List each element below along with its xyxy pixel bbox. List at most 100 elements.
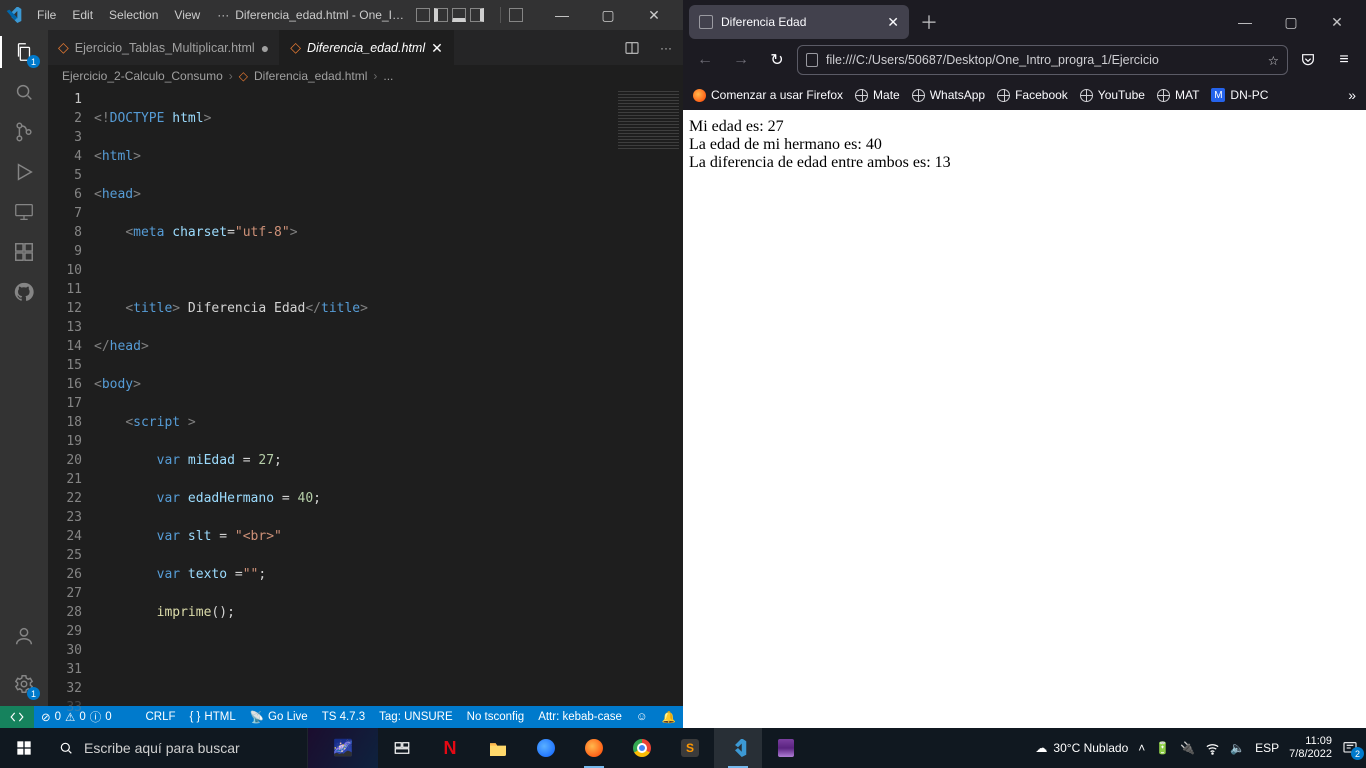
status-tag[interactable]: Tag: UNSURE bbox=[372, 706, 460, 728]
power-icon[interactable]: 🔌 bbox=[1180, 741, 1195, 755]
tab-close-icon[interactable]: ✕ bbox=[431, 41, 443, 55]
status-bell-icon[interactable]: 🔔 bbox=[655, 706, 683, 728]
browser-tab-active[interactable]: Diferencia Edad ✕ bbox=[689, 5, 909, 39]
search-icon[interactable] bbox=[10, 78, 38, 106]
window-controls: — ▢ ✕ bbox=[1222, 5, 1360, 39]
netflix-app-icon[interactable]: N bbox=[426, 728, 474, 768]
run-debug-icon[interactable] bbox=[10, 158, 38, 186]
status-language[interactable]: { }HTML bbox=[183, 706, 243, 728]
globe-icon bbox=[912, 89, 925, 102]
back-button[interactable]: ← bbox=[689, 44, 721, 76]
app-menu-icon[interactable]: ≡ bbox=[1328, 44, 1360, 76]
bookmark-item[interactable]: YouTube bbox=[1080, 88, 1145, 102]
minimize-button[interactable]: — bbox=[539, 0, 585, 30]
status-ts[interactable]: TS 4.7.3 bbox=[315, 706, 372, 728]
minimap[interactable] bbox=[613, 87, 683, 706]
accounts-icon[interactable] bbox=[10, 622, 38, 650]
firefox-window: Diferencia Edad ✕ ＋ — ▢ ✕ ← → ↻ file:///… bbox=[683, 0, 1366, 728]
reload-button[interactable]: ↻ bbox=[761, 44, 793, 76]
status-tsconfig[interactable]: No tsconfig bbox=[460, 706, 532, 728]
minimize-button[interactable]: — bbox=[1222, 5, 1268, 39]
globe-icon bbox=[855, 89, 868, 102]
breadcrumb[interactable]: Ejercicio_2-Calculo_Consumo› ◇Diferencia… bbox=[48, 65, 683, 87]
page-line: La diferencia de edad entre ambos es: 13 bbox=[689, 154, 1360, 172]
chrome-app-icon[interactable] bbox=[618, 728, 666, 768]
notifications-icon[interactable]: 2 bbox=[1342, 740, 1358, 756]
menu-overflow-icon[interactable]: ··· bbox=[211, 4, 235, 26]
new-tab-button[interactable]: ＋ bbox=[915, 8, 943, 36]
extensions-icon[interactable] bbox=[10, 238, 38, 266]
tray-chevron-up-icon[interactable]: ˄ bbox=[1138, 741, 1145, 755]
more-actions-icon[interactable]: ··· bbox=[649, 30, 683, 65]
menu-edit[interactable]: Edit bbox=[65, 4, 100, 26]
status-feedback-icon[interactable]: ☺ bbox=[629, 706, 655, 728]
page-line: Mi edad es: 27 bbox=[689, 118, 1360, 136]
winrar-app-icon[interactable] bbox=[762, 728, 810, 768]
close-button[interactable]: ✕ bbox=[631, 0, 677, 30]
github-icon[interactable] bbox=[10, 278, 38, 306]
vscode-window-title: Diferencia_edad.html - One_Intro... bbox=[235, 8, 408, 22]
maximize-button[interactable]: ▢ bbox=[585, 0, 631, 30]
customize-layout-icon[interactable] bbox=[509, 8, 523, 22]
settings-gear-icon[interactable]: 1 bbox=[10, 670, 38, 698]
taskbar-search[interactable]: Escribe aquí para buscar bbox=[48, 728, 308, 768]
activity-bar: 1 1 bbox=[0, 30, 48, 706]
globe-icon bbox=[997, 89, 1010, 102]
remote-indicator-icon[interactable] bbox=[0, 706, 34, 728]
status-attr[interactable]: Attr: kebab-case bbox=[531, 706, 629, 728]
firefox-dev-icon[interactable] bbox=[522, 728, 570, 768]
bookmark-item[interactable]: Mate bbox=[855, 88, 900, 102]
globe-icon bbox=[1157, 89, 1170, 102]
bookmark-item[interactable]: WhatsApp bbox=[912, 88, 985, 102]
bookmark-item[interactable]: Facebook bbox=[997, 88, 1068, 102]
remote-explorer-icon[interactable] bbox=[10, 198, 38, 226]
source-control-icon[interactable] bbox=[10, 118, 38, 146]
vscode-titlebar[interactable]: File Edit Selection View ··· Diferencia_… bbox=[0, 0, 683, 30]
bookmark-item[interactable]: MDN-PC bbox=[1211, 88, 1268, 102]
status-eol[interactable]: CRLF bbox=[138, 706, 182, 728]
menu-view[interactable]: View bbox=[167, 4, 207, 26]
weather-widget[interactable]: ☁30°C Nublado bbox=[1035, 741, 1128, 755]
panel-toggle-icon[interactable] bbox=[470, 8, 484, 22]
bookmark-star-icon[interactable]: ☆ bbox=[1268, 53, 1279, 68]
vscode-app-icon[interactable] bbox=[714, 728, 762, 768]
bookmark-item[interactable]: Comenzar a usar Firefox bbox=[693, 88, 843, 102]
forward-button[interactable]: → bbox=[725, 44, 757, 76]
bookmark-item[interactable]: MAT bbox=[1157, 88, 1199, 102]
tab-close-icon[interactable]: ✕ bbox=[887, 14, 899, 31]
firefox-icon bbox=[693, 89, 706, 102]
sublime-app-icon[interactable]: S bbox=[666, 728, 714, 768]
tab-label: Diferencia_edad.html bbox=[307, 41, 425, 55]
close-button[interactable]: ✕ bbox=[1314, 5, 1360, 39]
editor-tab-2[interactable]: ◇ Diferencia_edad.html ✕ bbox=[280, 30, 454, 65]
volume-icon[interactable]: 🔈 bbox=[1230, 741, 1245, 755]
start-button[interactable] bbox=[0, 728, 48, 768]
task-view-icon[interactable] bbox=[378, 728, 426, 768]
editor-layout-controls[interactable] bbox=[416, 8, 484, 22]
wifi-icon[interactable] bbox=[1205, 741, 1220, 756]
vscode-window: File Edit Selection View ··· Diferencia_… bbox=[0, 0, 683, 728]
panel-toggle-icon[interactable] bbox=[416, 8, 430, 22]
explorer-icon[interactable]: 1 bbox=[10, 38, 38, 66]
clock[interactable]: 11:097/8/2022 bbox=[1289, 735, 1332, 761]
maximize-button[interactable]: ▢ bbox=[1268, 5, 1314, 39]
tab-dirty-icon[interactable]: ● bbox=[261, 41, 269, 55]
code-editor[interactable]: 1234567891011121314151617181920212223242… bbox=[48, 87, 683, 706]
url-bar[interactable]: file:///C:/Users/50687/Desktop/One_Intro… bbox=[797, 45, 1288, 75]
split-editor-icon[interactable] bbox=[615, 30, 649, 65]
status-golive[interactable]: 📡Go Live bbox=[243, 706, 315, 728]
pocket-icon[interactable] bbox=[1292, 44, 1324, 76]
bookmarks-overflow-icon[interactable]: » bbox=[1348, 87, 1356, 103]
battery-icon[interactable]: 🔋 bbox=[1155, 741, 1170, 755]
editor-tab-1[interactable]: ◇ Ejercicio_Tablas_Multiplicar.html ● bbox=[48, 30, 280, 65]
menu-selection[interactable]: Selection bbox=[102, 4, 165, 26]
panel-toggle-icon[interactable] bbox=[434, 8, 448, 22]
news-widget-icon[interactable]: 🌌 bbox=[308, 728, 378, 768]
file-explorer-icon[interactable] bbox=[474, 728, 522, 768]
menu-file[interactable]: File bbox=[30, 4, 63, 26]
bookmarks-toolbar: Comenzar a usar Firefox Mate WhatsApp Fa… bbox=[683, 80, 1366, 110]
language-indicator[interactable]: ESP bbox=[1255, 741, 1279, 755]
panel-toggle-icon[interactable] bbox=[452, 8, 466, 22]
code-content[interactable]: <!DOCTYPE html> <html> <head> <meta char… bbox=[94, 87, 613, 706]
firefox-app-icon[interactable] bbox=[570, 728, 618, 768]
